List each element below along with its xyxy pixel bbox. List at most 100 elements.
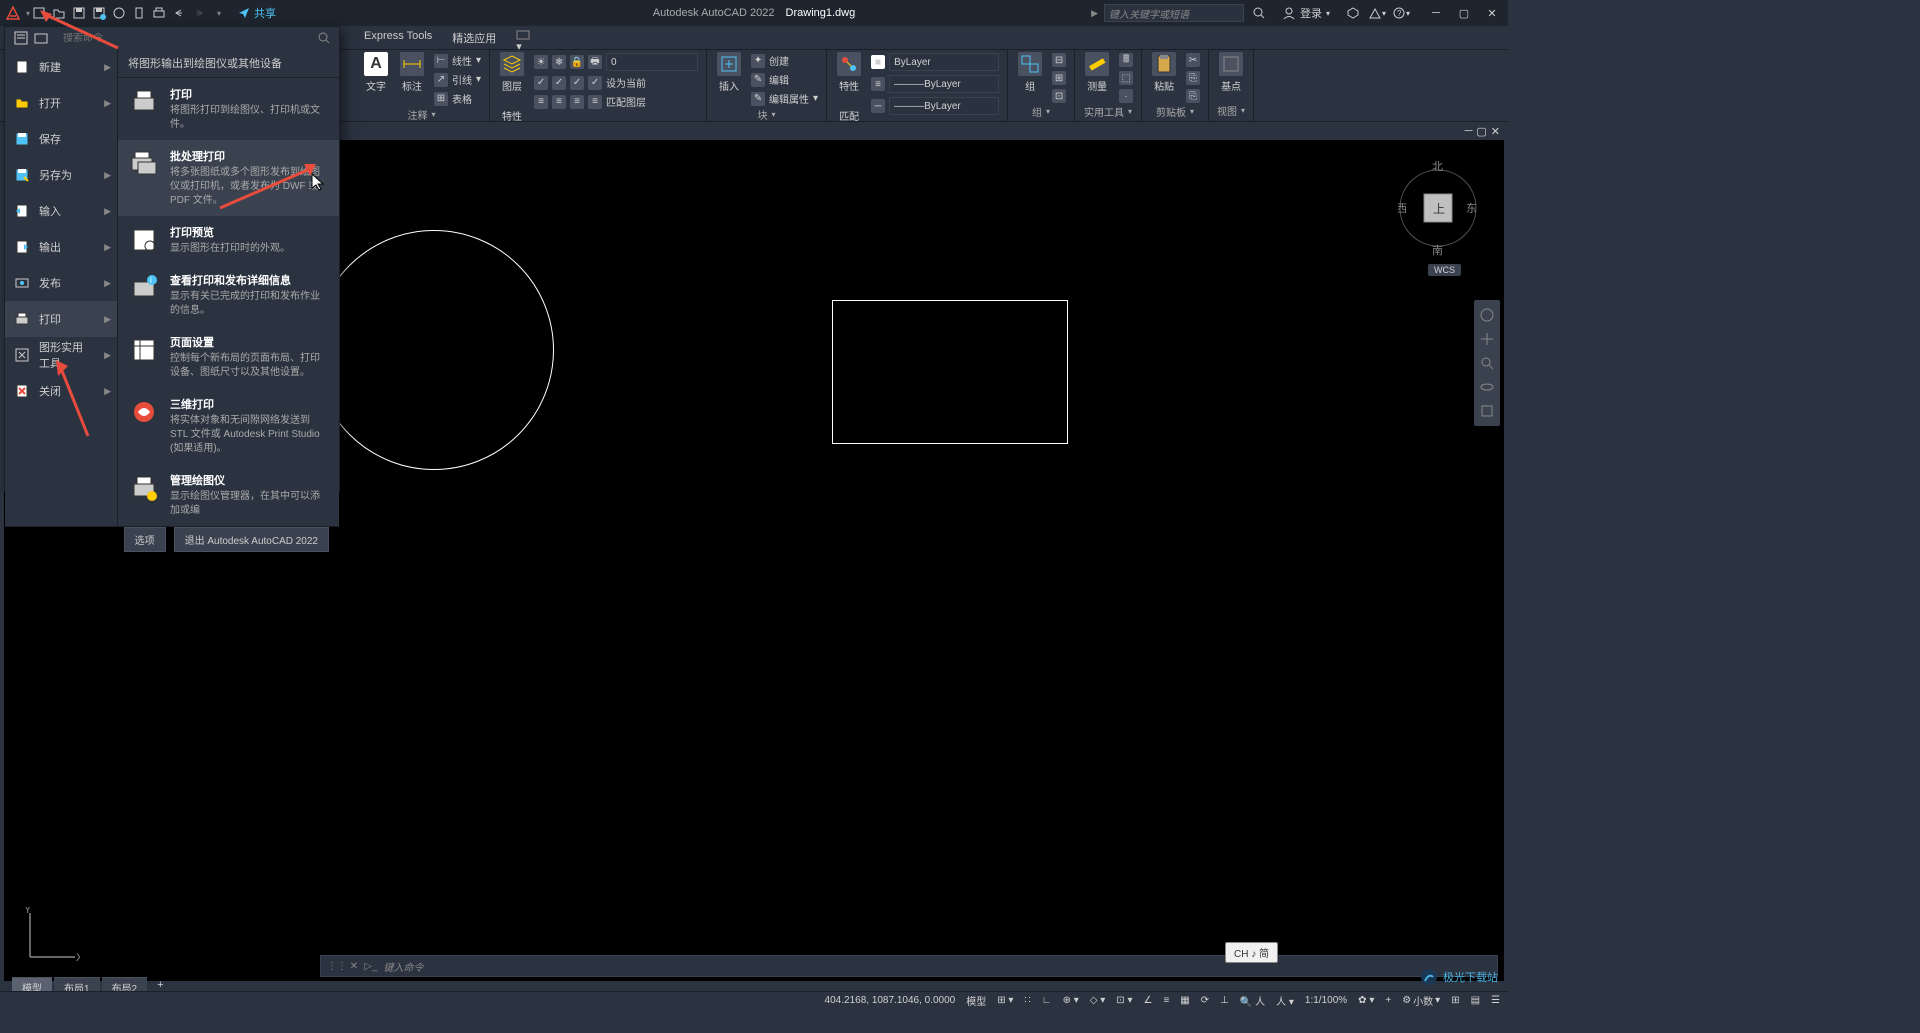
snap-icon[interactable]: ∷ xyxy=(1020,995,1034,1006)
point-icon[interactable]: · xyxy=(1117,88,1135,104)
search-input[interactable]: 键入关键字或短语 xyxy=(1104,4,1244,22)
autodesk-app-icon[interactable] xyxy=(1344,4,1362,22)
print-submenu-item-4[interactable]: 页面设置控制每个新布局的页面布局、打印设备、图纸尺寸以及其他设置。 xyxy=(118,326,339,388)
qat-save-icon[interactable] xyxy=(70,4,88,22)
ortho-icon[interactable]: ∟ xyxy=(1038,995,1056,1006)
lineweight-icon[interactable]: ≡ xyxy=(1159,995,1173,1006)
scale-readout[interactable]: 1:1/100% xyxy=(1301,995,1351,1006)
app-menu-item-8[interactable]: 图形实用 工具▶ xyxy=(5,337,117,373)
drawing-minimize-icon[interactable]: ─ xyxy=(1465,125,1473,137)
space-toggle[interactable]: 模型 xyxy=(962,993,990,1008)
share-button[interactable]: 共享 xyxy=(238,5,276,21)
print-submenu-item-2[interactable]: 打印预览显示图形在打印时的外观。 xyxy=(118,216,339,264)
tab-featured-apps[interactable]: 精选应用 xyxy=(442,26,506,49)
tab-switcher-icon[interactable]: ▾ xyxy=(506,26,540,49)
transparency-icon[interactable]: ▦ xyxy=(1176,995,1193,1006)
panel-base-label[interactable]: 视图 xyxy=(1215,103,1247,120)
help-icon[interactable]: ?▾ xyxy=(1392,4,1410,22)
print-submenu-item-3[interactable]: i查看打印和发布详细信息显示有关已完成的打印和发布作业的信息。 xyxy=(118,264,339,326)
cycle-icon[interactable]: ⟳ xyxy=(1197,995,1213,1006)
calc-icon[interactable]: 🖩 xyxy=(1117,52,1135,68)
autocad-logo[interactable] xyxy=(4,4,22,22)
group-button[interactable]: 组 xyxy=(1014,52,1046,93)
annoscale-icon[interactable]: 🔍 人 xyxy=(1236,993,1269,1008)
login-button[interactable]: 登录 ▾ xyxy=(1282,5,1330,21)
qat-new-icon[interactable] xyxy=(30,4,48,22)
grid-icon[interactable]: ⊞ ▾ xyxy=(993,995,1017,1006)
nav-zoom-icon[interactable] xyxy=(1476,352,1498,374)
group-bbox-icon[interactable]: ⊡ xyxy=(1050,88,1068,104)
app-menu-item-2[interactable]: 保存 xyxy=(5,121,117,157)
layer-props-button[interactable]: 图层特性 xyxy=(496,52,528,123)
lineweight-combo[interactable]: ≡——— ByLayer xyxy=(869,74,1001,94)
app-menu-search-icon[interactable] xyxy=(317,31,331,45)
drawing-close-icon[interactable]: ✕ xyxy=(1491,125,1500,138)
text-button[interactable]: A文字 xyxy=(360,52,392,93)
drawing-maximize-icon[interactable]: ▢ xyxy=(1476,125,1486,138)
linear-button[interactable]: ⊢线性 ▾ xyxy=(432,52,483,69)
leader-button[interactable]: ↗引线 ▾ xyxy=(432,71,483,88)
otrack-icon[interactable]: ∠ xyxy=(1139,995,1156,1006)
base-button[interactable]: 基点 xyxy=(1215,52,1247,93)
command-line[interactable]: ⋮⋮ ✕ ▷_ 键入命令 xyxy=(320,955,1498,977)
group-edit-icon[interactable]: ⊞ xyxy=(1050,70,1068,86)
print-submenu-item-6[interactable]: 管理绘图仪显示绘图仪管理器，在其中可以添加或编 xyxy=(118,464,339,526)
linetype-combo[interactable]: ─——— ByLayer xyxy=(869,96,1001,116)
coords-readout[interactable]: 404.2168, 1087.1046, 0.0000 xyxy=(821,995,960,1006)
match-layer-button[interactable]: ≡≡≡≡匹配图层 xyxy=(532,93,700,110)
options-button[interactable]: 选项 xyxy=(124,527,166,552)
nav-full-icon[interactable] xyxy=(1476,304,1498,326)
app-menu-item-1[interactable]: 打开▶ xyxy=(5,85,117,121)
app-menu-item-9[interactable]: 关闭▶ xyxy=(5,373,117,409)
print-submenu-item-0[interactable]: 打印将图形打印到绘图仪、打印机或文件。 xyxy=(118,78,339,140)
annoscale2-icon[interactable]: 人 ▾ xyxy=(1272,993,1298,1008)
quickprops-icon[interactable]: ▤ xyxy=(1467,995,1484,1006)
cut-icon[interactable]: ✂ xyxy=(1184,52,1202,68)
a360-icon[interactable]: ▾ xyxy=(1368,4,1386,22)
qat-saveas-icon[interactable] xyxy=(90,4,108,22)
panel-group-label[interactable]: 组 xyxy=(1014,104,1068,121)
layer-combo[interactable]: 0 xyxy=(606,53,698,71)
qat-open-icon[interactable] xyxy=(50,4,68,22)
paste-button[interactable]: 粘贴 xyxy=(1148,52,1180,93)
exit-button[interactable]: 退出 Autodesk AutoCAD 2022 xyxy=(174,527,329,552)
print-submenu-item-1[interactable]: 批处理打印将多张图纸或多个图形发布到绘图仪或打印机，或者发布为 DWF 或 PD… xyxy=(118,140,339,216)
viewcube[interactable]: 上 北 东 南 西 WCS xyxy=(1398,158,1478,238)
iso-icon[interactable]: ◇ ▾ xyxy=(1086,995,1110,1006)
app-menu-item-7[interactable]: 打印▶ xyxy=(5,301,117,337)
table-button[interactable]: ⊞表格 xyxy=(432,90,483,107)
edit-block-button[interactable]: ✎编辑 xyxy=(749,71,820,88)
dimension-button[interactable]: 标注 xyxy=(396,52,428,93)
qat-redo-icon[interactable] xyxy=(190,4,208,22)
tab-express-tools[interactable]: Express Tools xyxy=(354,26,442,49)
copy-icon[interactable]: ⎘ xyxy=(1184,70,1202,86)
recent-docs-icon[interactable] xyxy=(13,30,29,46)
print-submenu-item-5[interactable]: 三维打印将实体对象和无间隙网络发送到 STL 文件或 Autodesk Prin… xyxy=(118,388,339,464)
dyn-ucs-icon[interactable]: ⊥ xyxy=(1216,995,1233,1006)
app-menu-search-input[interactable] xyxy=(63,33,317,44)
workspace-icon[interactable]: ⊞ xyxy=(1447,995,1463,1006)
minimize-button[interactable]: ─ xyxy=(1424,4,1448,22)
insert-button[interactable]: 插入 xyxy=(713,52,745,93)
close-button[interactable]: ✕ xyxy=(1480,4,1504,22)
app-menu-item-0[interactable]: 新建▶ xyxy=(5,49,117,85)
layer-visibility-buttons[interactable]: ☀❄🔒🖶0 xyxy=(532,52,700,72)
create-block-button[interactable]: ✦创建 xyxy=(749,52,820,69)
open-docs-icon[interactable] xyxy=(33,30,49,46)
copyclip-icon[interactable]: ⎘ xyxy=(1184,88,1202,104)
plus-status-icon[interactable]: + xyxy=(1381,995,1395,1006)
app-menu-item-4[interactable]: 输入▶ xyxy=(5,193,117,229)
qat-undo-icon[interactable] xyxy=(170,4,188,22)
qat-phone-icon[interactable] xyxy=(130,4,148,22)
decimal-toggle[interactable]: ⚙ 小数 ▾ xyxy=(1398,993,1444,1008)
qat-plot-icon[interactable] xyxy=(150,4,168,22)
nav-showmenu-icon[interactable] xyxy=(1476,400,1498,422)
qat-web-icon[interactable] xyxy=(110,4,128,22)
panel-clipboard-label[interactable]: 剪贴板 xyxy=(1148,104,1202,121)
gear-icon[interactable]: ✿ ▾ xyxy=(1354,995,1378,1006)
customize-icon[interactable]: ☰ xyxy=(1487,995,1504,1006)
cmdbar-handle-icon[interactable]: ⋮⋮ ✕ xyxy=(327,961,358,972)
nav-orbit-icon[interactable] xyxy=(1476,376,1498,398)
app-menu-item-3[interactable]: 另存为▶ xyxy=(5,157,117,193)
nav-pan-icon[interactable] xyxy=(1476,328,1498,350)
